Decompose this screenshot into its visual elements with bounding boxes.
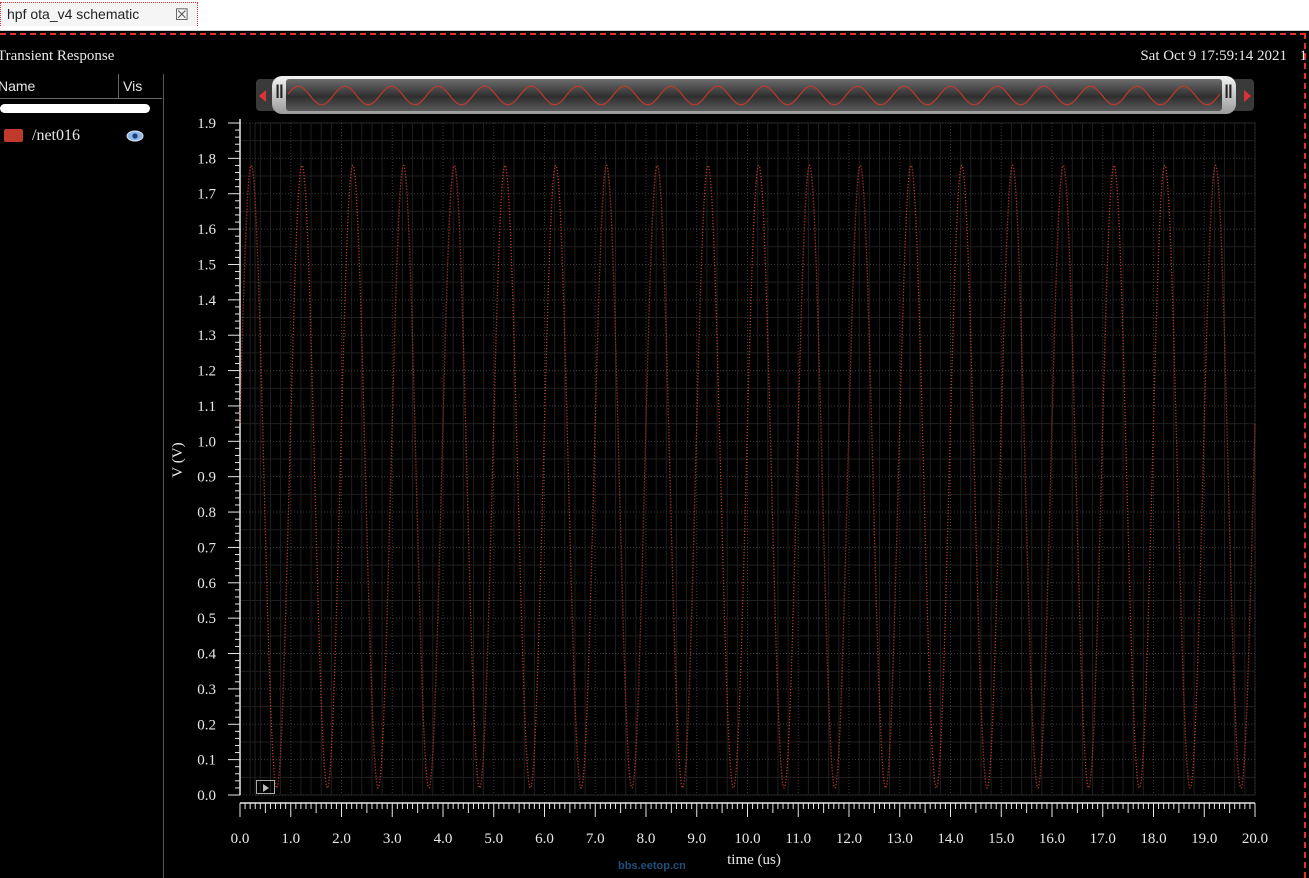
- x-tick-label: 11.0: [785, 831, 811, 847]
- x-tick-label: 6.0: [535, 831, 554, 847]
- y-tick-label: 0.1: [197, 753, 216, 769]
- x-tick-label: 13.0: [887, 831, 913, 847]
- x-tick-label: 3.0: [383, 831, 402, 847]
- x-tick-label: 7.0: [586, 831, 605, 847]
- y-tick-label: 1.6: [197, 222, 216, 238]
- y-tick-label: 0.0: [197, 788, 216, 804]
- play-button[interactable]: [256, 780, 275, 794]
- x-tick-label: 5.0: [484, 831, 503, 847]
- plot-grid: [239, 122, 1256, 796]
- y-tick-label: 1.4: [197, 293, 216, 309]
- y-tick-label: 0.8: [197, 505, 216, 521]
- x-axis-label: time (us): [727, 852, 781, 868]
- x-tick-label: 8.0: [637, 831, 656, 847]
- y-tick-label: 1.3: [197, 328, 216, 344]
- x-tick-label: 2.0: [332, 831, 351, 847]
- y-tick-label: 0.6: [197, 576, 216, 592]
- plot-area[interactable]: 0.0 1.0 2.0 3.0 4.0 5.0 6.0 7.0 8.0 9.0 10.0 11.0 12…: [0, 0, 1309, 878]
- y-axis-label: V (V): [170, 442, 186, 477]
- x-tick-label: 16.0: [1039, 831, 1065, 847]
- y-tick-label: 0.9: [197, 470, 216, 486]
- x-tick-label: 17.0: [1090, 831, 1116, 847]
- y-tick-label: 0.5: [197, 611, 216, 627]
- x-tick-label: 4.0: [434, 831, 453, 847]
- x-tick-label: 12.0: [836, 831, 862, 847]
- y-tick-label: 0.4: [197, 647, 216, 663]
- x-tick-label: 19.0: [1191, 831, 1217, 847]
- x-tick-label: 15.0: [988, 831, 1014, 847]
- axis-ticks: 0.0 1.0 2.0 3.0 4.0 5.0 6.0 7.0 8.0 9.0 10.0 11.0 12…: [197, 116, 1268, 847]
- x-tick-label: 10.0: [734, 831, 760, 847]
- x-tick-label: 0.0: [231, 831, 250, 847]
- x-tick-label: 20.0: [1242, 831, 1268, 847]
- y-tick-label: 1.9: [197, 116, 216, 132]
- x-tick-label: 18.0: [1140, 831, 1166, 847]
- y-tick-label: 1.2: [197, 364, 216, 380]
- x-tick-label: 1.0: [281, 831, 300, 847]
- y-tick-label: 0.7: [197, 540, 216, 556]
- y-tick-label: 0.2: [197, 717, 216, 733]
- y-tick-label: 1.0: [197, 434, 216, 450]
- y-tick-label: 1.7: [197, 187, 216, 203]
- watermark: bbs.eetop.cn: [618, 860, 686, 872]
- x-tick-label: 14.0: [937, 831, 963, 847]
- plot-axes: [239, 119, 1255, 804]
- y-tick-label: 1.1: [197, 399, 216, 415]
- y-tick-label: 0.3: [197, 682, 216, 698]
- y-tick-label: 1.5: [197, 257, 216, 273]
- y-tick-label: 1.8: [197, 151, 216, 167]
- x-tick-label: 9.0: [687, 831, 706, 847]
